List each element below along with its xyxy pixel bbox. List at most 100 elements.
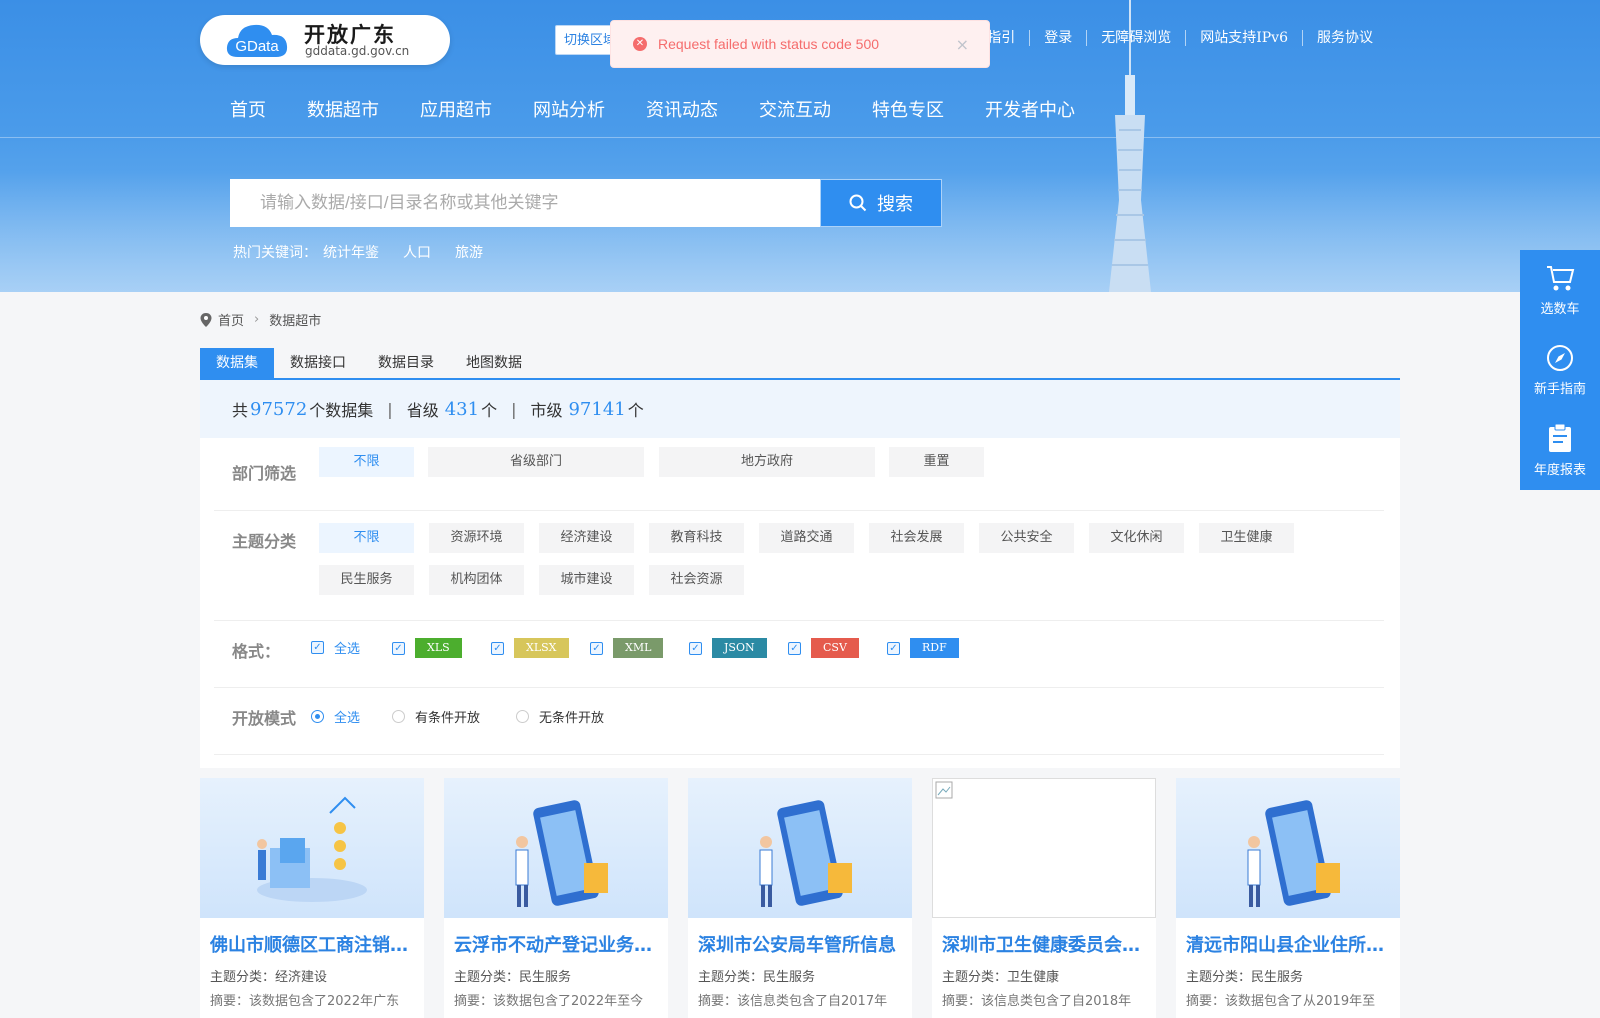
tab-datasets[interactable]: 数据集 bbox=[200, 348, 274, 378]
dept-option-any[interactable]: 不限 bbox=[319, 447, 414, 477]
topic-option[interactable]: 教育科技 bbox=[649, 523, 744, 553]
topic-option[interactable]: 公共安全 bbox=[979, 523, 1074, 553]
checkbox-checked-icon[interactable]: ✓ bbox=[311, 641, 324, 654]
card-title[interactable]: 深圳市公安局车管所信息 bbox=[698, 931, 904, 957]
format-filter-row: 格式： ✓ 全选 ✓ XLS ✓ XLSX ✓ XML ✓ JSON ✓ CSV… bbox=[214, 620, 1384, 688]
checkbox-checked-icon[interactable]: ✓ bbox=[689, 641, 702, 655]
format-option-xml[interactable]: ✓ XML bbox=[590, 638, 664, 658]
dataset-card[interactable]: 云浮市不动产登记业务信息 主题分类：民生服务 摘要：该数据包含了2022年至今 bbox=[444, 778, 668, 1018]
province-count: 431 bbox=[444, 398, 480, 420]
tab-map-data[interactable]: 地图数据 bbox=[450, 348, 538, 378]
hot-keywords: 热门关键词： 统计年鉴 人口 旅游 bbox=[233, 242, 507, 262]
format-option-xlsx[interactable]: ✓ XLSX bbox=[491, 638, 569, 658]
nav-news[interactable]: 资讯动态 bbox=[646, 96, 718, 122]
breadcrumb: 首页 › 数据超市 bbox=[200, 310, 321, 329]
dataset-card[interactable]: 深圳市卫生健康委员会医疗机构 主题分类：卫生健康 摘要：该信息类包含了自2018… bbox=[932, 778, 1156, 1018]
card-category: 主题分类：卫生健康 bbox=[942, 970, 1060, 985]
tab-catalog[interactable]: 数据目录 bbox=[362, 348, 450, 378]
nav-site-analysis[interactable]: 网站分析 bbox=[533, 96, 605, 122]
dept-reset-button[interactable]: 重置 bbox=[889, 447, 984, 477]
cloud-logo-icon: GData bbox=[226, 24, 288, 58]
topic-option[interactable]: 不限 bbox=[319, 523, 414, 553]
mode-option-all[interactable]: 全选 bbox=[311, 707, 360, 726]
mode-option-unconditional[interactable]: 无条件开放 bbox=[516, 707, 604, 726]
card-category: 主题分类：民生服务 bbox=[698, 970, 816, 985]
close-icon[interactable]: × bbox=[956, 35, 969, 54]
sidebar-label: 选数车 bbox=[1540, 301, 1580, 317]
topic-option[interactable]: 道路交通 bbox=[759, 523, 854, 553]
dept-option-local[interactable]: 地方政府 bbox=[659, 447, 875, 477]
tab-apis[interactable]: 数据接口 bbox=[274, 348, 362, 378]
radio-icon[interactable] bbox=[392, 710, 405, 723]
card-image bbox=[444, 778, 668, 918]
topic-option[interactable]: 文化休闲 bbox=[1089, 523, 1184, 553]
cart-icon bbox=[1547, 265, 1575, 290]
city-count: 97141 bbox=[568, 398, 626, 420]
hot-keyword[interactable]: 统计年鉴 bbox=[323, 242, 379, 262]
nav-special[interactable]: 特色专区 bbox=[872, 96, 944, 122]
hot-keyword[interactable]: 人口 bbox=[403, 242, 431, 262]
top-link-ipv6[interactable]: 网站支持IPv6 bbox=[1186, 30, 1303, 46]
search-button[interactable]: 搜索 bbox=[820, 179, 942, 227]
dataset-card[interactable]: 清远市阳山县企业住所信息 主题分类：民生服务 摘要：该数据包含了从2019年至 bbox=[1176, 778, 1400, 1018]
card-title[interactable]: 深圳市卫生健康委员会医疗机构 bbox=[942, 931, 1148, 957]
format-all-label: 全选 bbox=[334, 642, 361, 657]
top-link-terms[interactable]: 服务协议 bbox=[1303, 30, 1373, 46]
topic-option[interactable]: 经济建设 bbox=[539, 523, 634, 553]
radio-icon[interactable] bbox=[516, 710, 529, 723]
sidebar-cart[interactable]: 选数车 bbox=[1520, 250, 1600, 330]
radio-selected-icon[interactable] bbox=[311, 710, 324, 723]
breadcrumb-home[interactable]: 首页 bbox=[218, 310, 244, 329]
sidebar-label: 年度报表 bbox=[1533, 462, 1586, 478]
format-tag: RDF bbox=[910, 638, 959, 658]
format-select-all[interactable]: ✓ 全选 bbox=[311, 638, 360, 657]
top-links: 指引 登录 无障碍浏览 网站支持IPv6 服务协议 bbox=[973, 30, 1373, 46]
sidebar-guide[interactable]: 新手指南 bbox=[1520, 330, 1600, 410]
card-image bbox=[200, 778, 424, 918]
search-icon bbox=[849, 194, 867, 212]
sidebar-report[interactable]: 年度报表 bbox=[1520, 410, 1600, 490]
topic-option[interactable]: 民生服务 bbox=[319, 565, 414, 595]
nav-app-market[interactable]: 应用超市 bbox=[420, 96, 492, 122]
card-title[interactable]: 清远市阳山县企业住所信息 bbox=[1186, 931, 1392, 957]
site-logo[interactable]: GData 开放广东 gddata.gd.gov.cn bbox=[200, 15, 450, 65]
format-option-rdf[interactable]: ✓ RDF bbox=[887, 638, 959, 658]
format-filter-title: 格式： bbox=[232, 642, 281, 661]
search-input[interactable] bbox=[230, 179, 820, 227]
mode-label: 无条件开放 bbox=[539, 711, 605, 726]
topic-option[interactable]: 资源环境 bbox=[429, 523, 524, 553]
nav-interaction[interactable]: 交流互动 bbox=[759, 96, 831, 122]
dept-option-province[interactable]: 省级部门 bbox=[428, 447, 644, 477]
top-link-accessibility[interactable]: 无障碍浏览 bbox=[1087, 30, 1187, 46]
checkbox-checked-icon[interactable]: ✓ bbox=[887, 641, 900, 655]
main-nav: 首页 数据超市 应用超市 网站分析 资讯动态 交流互动 特色专区 开发者中心 bbox=[230, 96, 1116, 122]
mode-option-conditional[interactable]: 有条件开放 bbox=[392, 707, 480, 726]
nav-home[interactable]: 首页 bbox=[230, 96, 266, 122]
checkbox-checked-icon[interactable]: ✓ bbox=[491, 641, 504, 655]
nav-data-market[interactable]: 数据超市 bbox=[307, 96, 379, 122]
stats-unit: 个数据集 bbox=[309, 401, 374, 420]
topic-filter-row: 主题分类 不限 资源环境 经济建设 教育科技 道路交通 社会发展 公共安全 文化… bbox=[214, 510, 1384, 621]
topic-option[interactable]: 社会发展 bbox=[869, 523, 964, 553]
hot-keyword[interactable]: 旅游 bbox=[455, 242, 483, 262]
filter-panel: 共 97572 个数据集 | 省级 431 个 | 市级 97141 个 部门筛… bbox=[200, 380, 1400, 768]
top-link-login[interactable]: 登录 bbox=[1030, 30, 1088, 46]
topic-option[interactable]: 机构团体 bbox=[429, 565, 524, 595]
format-option-xls[interactable]: ✓ XLS bbox=[392, 638, 462, 658]
checkbox-checked-icon[interactable]: ✓ bbox=[392, 641, 405, 655]
card-title[interactable]: 云浮市不动产登记业务信息 bbox=[454, 931, 660, 957]
nav-developer[interactable]: 开发者中心 bbox=[985, 96, 1075, 122]
topic-option[interactable]: 卫生健康 bbox=[1199, 523, 1294, 553]
card-category: 主题分类：民生服务 bbox=[1186, 970, 1304, 985]
format-option-csv[interactable]: ✓ CSV bbox=[788, 638, 859, 658]
dataset-card[interactable]: 深圳市公安局车管所信息 主题分类：民生服务 摘要：该信息类包含了自2017年 bbox=[688, 778, 912, 1018]
format-option-json[interactable]: ✓ JSON bbox=[689, 638, 767, 658]
topic-option[interactable]: 社会资源 bbox=[649, 565, 744, 595]
topic-option[interactable]: 城市建设 bbox=[539, 565, 634, 595]
checkbox-checked-icon[interactable]: ✓ bbox=[788, 641, 801, 655]
checkbox-checked-icon[interactable]: ✓ bbox=[590, 641, 603, 655]
search-button-label: 搜索 bbox=[877, 194, 913, 215]
open-mode-row: 开放模式 全选 有条件开放 无条件开放 bbox=[214, 687, 1384, 755]
dataset-card[interactable]: 佛山市顺德区工商注销企业信息 主题分类：经济建设 摘要：该数据包含了2022年广… bbox=[200, 778, 424, 1018]
card-title[interactable]: 佛山市顺德区工商注销企业信息 bbox=[210, 931, 416, 957]
